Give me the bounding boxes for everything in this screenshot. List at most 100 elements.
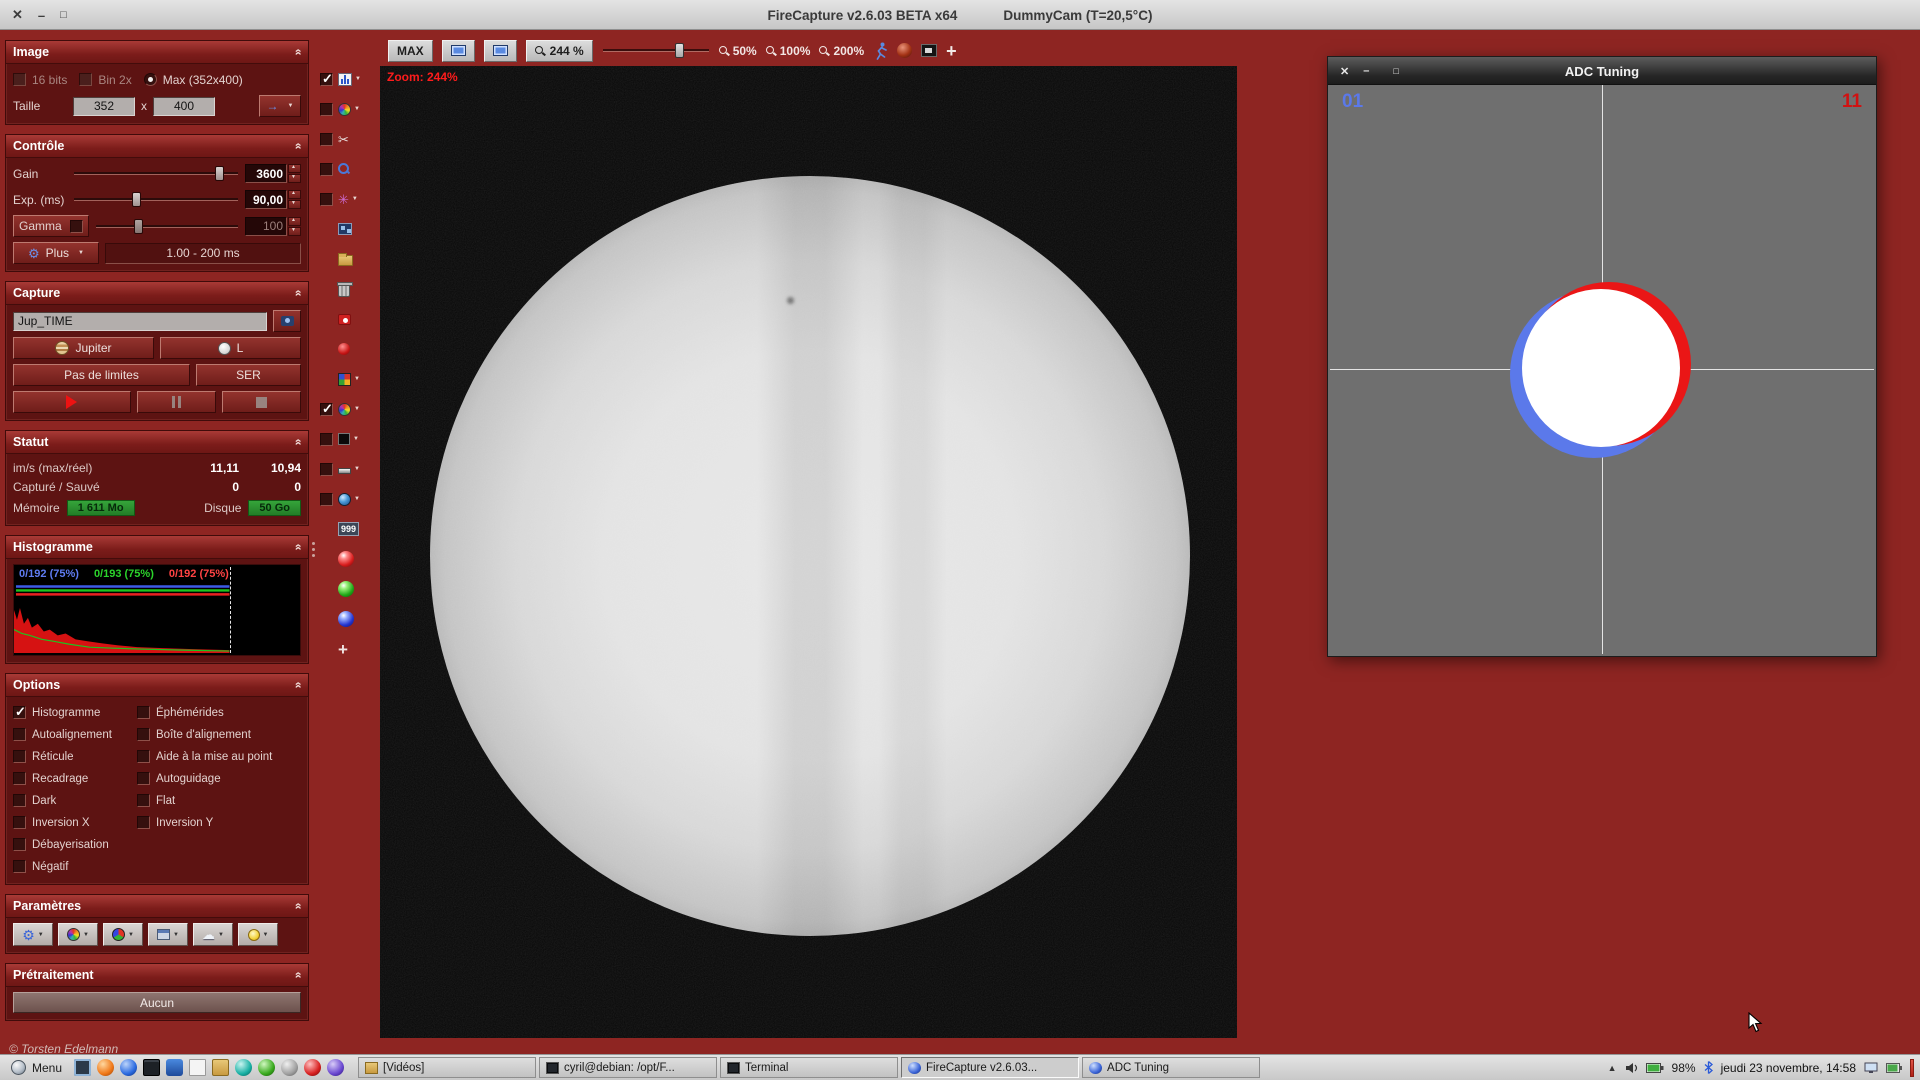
histogram-panel-header[interactable]: Histogramme »	[6, 536, 308, 559]
close-icon[interactable]: ✕	[1340, 65, 1349, 78]
option-negatif[interactable]: Négatif	[13, 858, 135, 875]
gamma-toggle-button[interactable]: Gamma	[13, 215, 89, 237]
illumination-settings-button[interactable]	[238, 923, 278, 946]
collapse-icon[interactable]: »	[291, 49, 305, 56]
globe-tool-button[interactable]	[338, 493, 360, 506]
color-settings-button[interactable]	[58, 923, 98, 946]
stop-button[interactable]	[222, 391, 301, 413]
effects-tool-button[interactable]: ✳	[338, 193, 358, 206]
color-tool-button[interactable]	[338, 103, 360, 116]
gain-slider-thumb[interactable]	[215, 166, 224, 181]
rgb-balance-button[interactable]	[103, 923, 143, 946]
collapse-icon[interactable]: »	[291, 290, 305, 297]
option-autoalignement[interactable]: Autoalignement	[13, 726, 135, 743]
weather-settings-button[interactable]: ☁	[193, 923, 233, 946]
media-player-icon[interactable]	[304, 1059, 321, 1076]
image-panel-header[interactable]: Image »	[6, 41, 308, 64]
capture-panel-header[interactable]: Capture »	[6, 282, 308, 305]
camera-settings-button[interactable]: ⚙	[13, 923, 53, 946]
flat-frame-button[interactable]	[338, 465, 360, 474]
taskbar-window-shell[interactable]: cyril@debian: /opt/F...	[539, 1057, 717, 1078]
flat-toggle-checkbox[interactable]	[320, 463, 333, 476]
package-manager-icon[interactable]	[258, 1059, 275, 1076]
office-icon[interactable]	[327, 1059, 344, 1076]
option-reticule[interactable]: Réticule	[13, 748, 135, 765]
exposure-spinner[interactable]	[288, 190, 301, 209]
browser-icon[interactable]	[120, 1059, 137, 1076]
maximize-icon[interactable]: □	[1393, 66, 1398, 76]
filter-select-button[interactable]: L	[160, 337, 301, 359]
gain-value[interactable]: 3600	[245, 164, 287, 183]
histogram-tool-button[interactable]	[338, 73, 361, 86]
terminal-icon[interactable]	[143, 1059, 160, 1076]
record-button[interactable]	[13, 391, 131, 413]
file-manager-icon[interactable]	[212, 1059, 229, 1076]
option-histogramme[interactable]: Histogramme	[13, 704, 135, 721]
zoom-50-button[interactable]: 50%	[719, 44, 757, 58]
preprocessing-panel-header[interactable]: Prétraitement »	[6, 964, 308, 987]
display-tray-icon[interactable]	[1864, 1062, 1878, 1074]
option-autoguidage[interactable]: Autoguidage	[137, 770, 301, 787]
delete-button[interactable]	[338, 282, 350, 297]
menu-button[interactable]: Menu	[3, 1057, 70, 1079]
taskbar-window-videos[interactable]: [Vidéos]	[358, 1057, 536, 1078]
histogram-toggle-checkbox[interactable]	[320, 73, 333, 86]
notification-caret-icon[interactable]: ▲	[1608, 1063, 1617, 1073]
software-icon[interactable]	[166, 1059, 183, 1076]
options-panel-header[interactable]: Options »	[6, 674, 308, 697]
status-panel-header[interactable]: Statut »	[6, 431, 308, 454]
bin2x-checkbox[interactable]	[79, 73, 92, 86]
zoom-200-button[interactable]: 200%	[819, 44, 864, 58]
text-editor-icon[interactable]	[189, 1059, 206, 1076]
option-ephemerides[interactable]: Éphémérides	[137, 704, 301, 721]
crop-tool-button[interactable]: ✂	[338, 133, 349, 146]
gamma-spinner[interactable]	[288, 217, 301, 236]
collapse-icon[interactable]: »	[291, 903, 305, 910]
volume-icon[interactable]	[1625, 1062, 1638, 1074]
battery-icon[interactable]	[1646, 1063, 1664, 1073]
power-tray-icon[interactable]	[1886, 1063, 1902, 1073]
bluetooth-icon[interactable]	[1704, 1061, 1713, 1074]
gain-spinner[interactable]	[288, 164, 301, 183]
add-tool-button[interactable]: +	[338, 641, 348, 658]
option-flat[interactable]: Flat	[137, 792, 301, 809]
capture-limit-button[interactable]: Pas de limites	[13, 364, 190, 386]
zoom-100-button[interactable]: 100%	[766, 44, 811, 58]
max-resolution-radio[interactable]	[144, 73, 157, 86]
globe-toggle-checkbox[interactable]	[320, 493, 333, 506]
clock[interactable]: jeudi 23 novembre, 14:58	[1721, 1061, 1856, 1075]
color-tool-2-button[interactable]	[338, 403, 360, 416]
magnifier-toggle-checkbox[interactable]	[320, 163, 333, 176]
red-channel-button[interactable]	[338, 551, 354, 567]
green-channel-button[interactable]	[338, 581, 354, 597]
dark-toggle-checkbox[interactable]	[320, 433, 333, 446]
add-view-button[interactable]: +	[946, 42, 957, 60]
collapse-icon[interactable]: »	[291, 972, 305, 979]
bits16-checkbox[interactable]	[13, 73, 26, 86]
gamma-checkbox[interactable]	[70, 220, 83, 233]
planet-preview-button[interactable]	[897, 43, 912, 58]
option-inversion-y[interactable]: Inversion Y	[137, 814, 301, 831]
magnifier-tool-button[interactable]	[338, 163, 351, 176]
taskbar-window-terminal[interactable]: Terminal	[720, 1057, 898, 1078]
record-indicator-button[interactable]	[338, 343, 350, 355]
adc-canvas[interactable]: 01 11	[1330, 85, 1874, 654]
file-format-button[interactable]: SER	[196, 364, 301, 386]
zoom-value-button[interactable]: 244 %	[526, 40, 593, 62]
colorwheel2-toggle-checkbox[interactable]	[320, 403, 333, 416]
display-settings-button[interactable]	[148, 923, 188, 946]
option-recadrage[interactable]: Recadrage	[13, 770, 135, 787]
apply-size-button[interactable]: →	[259, 95, 301, 117]
taskbar-window-adc[interactable]: ADC Tuning	[1082, 1057, 1260, 1078]
collapse-icon[interactable]: »	[291, 439, 305, 446]
colorwheel-toggle-checkbox[interactable]	[320, 103, 333, 116]
exposure-slider[interactable]	[73, 191, 239, 208]
option-debayerisation[interactable]: Débayerisation	[13, 836, 135, 853]
dark-frame-button[interactable]	[338, 433, 359, 445]
snapshot-button[interactable]	[273, 310, 301, 332]
firefox-icon[interactable]	[97, 1059, 114, 1076]
snapshot-view-button[interactable]	[921, 44, 937, 57]
messenger-icon[interactable]	[235, 1059, 252, 1076]
preprocessing-none-button[interactable]: Aucun	[13, 992, 301, 1013]
panel-splitter[interactable]	[311, 528, 316, 570]
